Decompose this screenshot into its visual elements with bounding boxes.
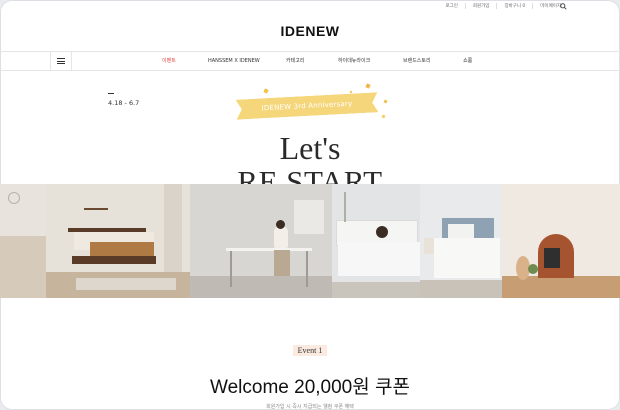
search-icon[interactable] (560, 3, 567, 10)
nav-item-brand-story[interactable]: 브랜드스토리 (403, 52, 431, 70)
hero-title-line1: Let's (279, 130, 341, 166)
event-badge: Event 1 (0, 345, 620, 356)
login-link[interactable]: 로그인 (438, 3, 464, 9)
room-photo-workspace (190, 184, 332, 298)
room-photo-bedroom-white (332, 184, 420, 298)
event-badge-label: Event 1 (292, 345, 328, 356)
event-headline: Welcome 20,000원 쿠폰 (210, 377, 410, 398)
date-divider (108, 93, 114, 94)
nav-item-hanssem-x-idenew[interactable]: HANSSEM X IDENEW (208, 52, 260, 70)
hamburger-menu-icon[interactable] (50, 52, 72, 70)
room-photo-bedroom-wood (46, 184, 190, 298)
main-nav: 이벤트 HANSSEM X IDENEW 카테고리 하이데뉴라이크 브랜드스토리… (0, 51, 620, 71)
confetti-shape (263, 88, 269, 94)
event-date-range: 4.18 - 6.7 (108, 99, 140, 107)
nav-item-category[interactable]: 카테고리 (286, 52, 304, 70)
nav-item-showroom[interactable]: 쇼룸 (463, 52, 472, 70)
room-photo-living (502, 184, 620, 298)
cart-link[interactable]: 장바구니 0 (496, 3, 532, 9)
room-photo-bedroom-blue (420, 184, 502, 298)
join-link[interactable]: 회원가입 (464, 3, 497, 9)
nav-item-idenew-like[interactable]: 하이데뉴라이크 (338, 52, 370, 70)
hero-photo-strip (0, 184, 620, 298)
site-logo[interactable]: IDENEW (0, 23, 620, 39)
browser-frame: 로그인 회원가입 장바구니 0 마이페이지 IDENEW 이벤트 HANSSEM… (0, 0, 620, 410)
nav-item-event[interactable]: 이벤트 (162, 52, 176, 70)
utility-bar: 로그인 회원가입 장바구니 0 마이페이지 (0, 0, 620, 12)
confetti-shape (365, 83, 371, 89)
confetti-shape (383, 99, 388, 104)
room-photo-left (0, 184, 46, 298)
anniversary-ribbon: IDENEW 3rd Anniversary (236, 92, 379, 119)
confetti-shape (381, 114, 386, 119)
confetti-shape (349, 90, 353, 94)
event-subtext: 회원가입 시 즉시 지급되는 웰컴 쿠폰 혜택 (266, 404, 354, 410)
